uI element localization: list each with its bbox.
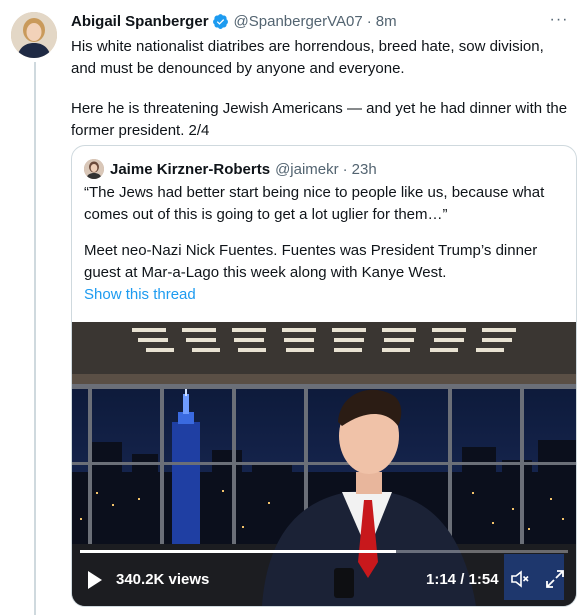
video-frame <box>72 322 576 606</box>
video-progress-bar[interactable] <box>80 550 568 553</box>
video-timestamp: 1:14 / 1:54 <box>426 571 499 588</box>
video-controls: 340.2K views 1:14 / 1:54 <box>72 566 576 594</box>
avatar-image <box>11 12 57 58</box>
tweet-paragraph-1: His white nationalist diatribes are horr… <box>71 38 544 77</box>
tweet-header: Abigail Spanberger @SpanbergerVA07 · 8m <box>71 10 545 32</box>
author-avatar[interactable] <box>11 12 57 58</box>
separator-dot: · <box>366 12 372 30</box>
show-thread-link[interactable]: Show this thread <box>84 286 196 303</box>
quoted-author-name: Jaime Kirzner-Roberts <box>110 160 271 178</box>
quoted-paragraph-1: “The Jews had better start being nice to… <box>84 184 545 223</box>
volume-muted-icon[interactable] <box>509 568 531 590</box>
video-view-count: 340.2K views <box>116 571 210 588</box>
quoted-tweet-header: Jaime Kirzner-Roberts @jaimekr · 23h <box>84 158 377 180</box>
tweet-timestamp[interactable]: 8m <box>376 13 397 30</box>
video-player[interactable]: 340.2K views 1:14 / 1:54 <box>72 322 576 606</box>
quoted-author-handle: @jaimekr <box>275 160 339 178</box>
quoted-separator-dot: · <box>342 160 348 178</box>
quoted-timestamp: 23h <box>351 160 377 178</box>
thread-line <box>34 62 36 615</box>
fullscreen-icon[interactable] <box>544 568 566 590</box>
author-name[interactable]: Abigail Spanberger <box>71 13 209 30</box>
quoted-tweet-text: “The Jews had better start being nice to… <box>84 182 564 284</box>
tweet-text: His white nationalist diatribes are horr… <box>71 36 571 142</box>
quoted-author-avatar[interactable] <box>84 159 104 179</box>
tweet-paragraph-2: Here he is threatening Jewish Americans … <box>71 100 568 139</box>
quoted-paragraph-2: Meet neo-Nazi Nick Fuentes. Fuentes was … <box>84 242 538 281</box>
more-options-icon[interactable]: ··· <box>547 10 571 30</box>
quoted-tweet[interactable]: Jaime Kirzner-Roberts @jaimekr · 23h “Th… <box>71 145 577 607</box>
video-progress-fill <box>80 550 396 553</box>
verified-badge-icon <box>212 13 229 30</box>
author-handle[interactable]: @SpanbergerVA07 <box>234 13 363 30</box>
play-icon[interactable] <box>86 570 104 590</box>
